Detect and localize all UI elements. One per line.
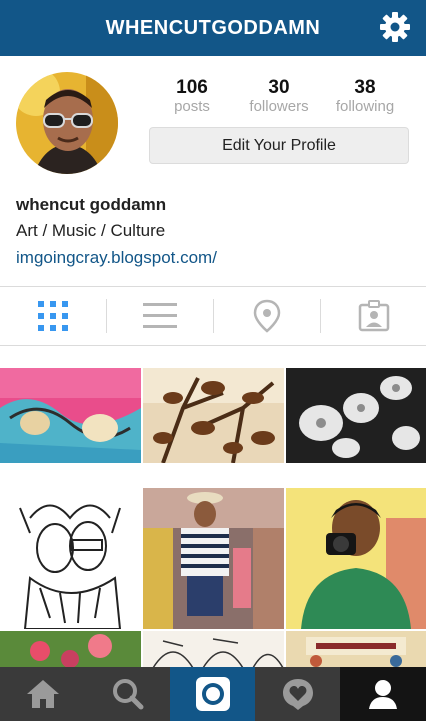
grid-icon <box>38 301 68 331</box>
posts-stat: 106 posts <box>152 78 232 116</box>
search-icon <box>112 679 143 710</box>
grid-photo[interactable] <box>286 631 426 668</box>
profile-icon <box>369 680 397 709</box>
nav-search[interactable] <box>85 667 170 721</box>
bottom-nav <box>0 667 426 721</box>
nav-camera[interactable] <box>170 667 255 721</box>
avatar[interactable] <box>16 72 118 174</box>
username-title: WHENCUTGODDAMN <box>105 17 321 39</box>
website-link[interactable]: imgoingcray.blogspot.com/ <box>16 248 217 268</box>
photo-grid <box>0 368 426 668</box>
view-tabs <box>0 286 426 346</box>
edit-profile-button[interactable]: Edit Your Profile <box>149 127 409 164</box>
grid-photo[interactable] <box>0 368 141 463</box>
following-label: following <box>335 98 395 115</box>
gear-icon[interactable] <box>378 10 412 44</box>
followers-label: followers <box>249 98 309 115</box>
tab-list[interactable] <box>107 287 213 345</box>
top-bar: WHENCUTGODDAMN <box>0 0 426 56</box>
tab-grid[interactable] <box>0 287 106 345</box>
grid-photo[interactable] <box>143 368 284 463</box>
location-pin-icon <box>253 299 281 333</box>
grid-photo[interactable] <box>286 488 426 629</box>
posts-count: 106 <box>176 77 208 98</box>
tab-location[interactable] <box>214 287 320 345</box>
followers-count: 30 <box>268 77 290 98</box>
list-icon <box>143 303 177 328</box>
followers-stat[interactable]: 30 followers <box>239 78 319 116</box>
tagged-photos-icon <box>358 300 390 332</box>
bio-text: Art / Music / Culture <box>16 221 166 240</box>
nav-home[interactable] <box>0 667 85 721</box>
grid-photo[interactable] <box>143 488 284 629</box>
nav-activity[interactable] <box>255 667 340 721</box>
camera-icon <box>195 677 230 711</box>
nav-profile[interactable] <box>340 667 426 721</box>
following-count: 38 <box>354 77 376 98</box>
posts-label: posts <box>174 98 210 115</box>
following-stat[interactable]: 38 following <box>325 78 405 116</box>
activity-heart-icon <box>282 679 313 710</box>
grid-photo[interactable] <box>286 368 426 463</box>
tab-tagged[interactable] <box>321 287 426 345</box>
grid-photo[interactable] <box>143 631 284 668</box>
grid-photo[interactable] <box>0 631 141 668</box>
full-name: whencut goddamn <box>16 195 167 214</box>
home-icon <box>26 680 59 708</box>
grid-photo[interactable] <box>0 488 141 629</box>
